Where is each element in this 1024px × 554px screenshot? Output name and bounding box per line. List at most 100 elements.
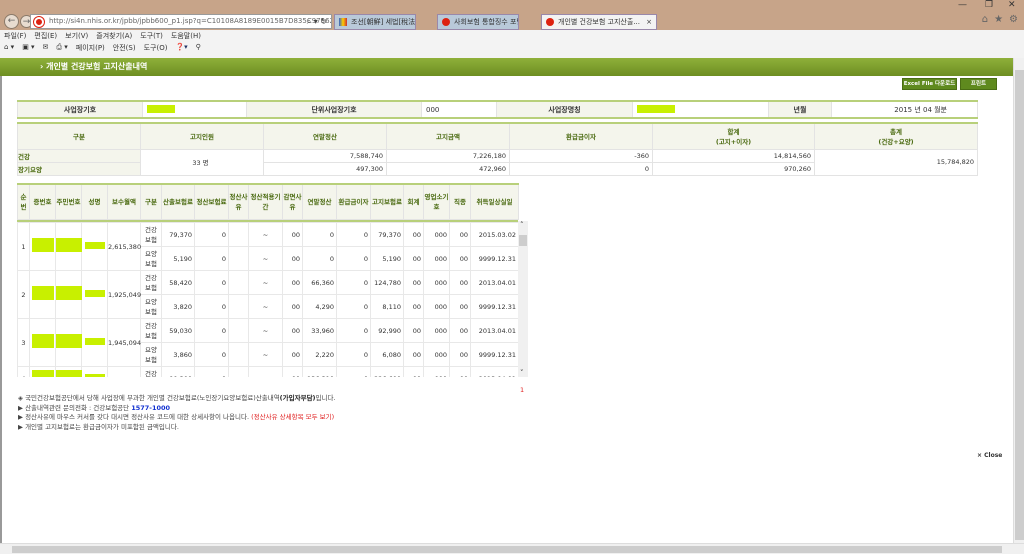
restore-button[interactable]: ❐ bbox=[985, 0, 993, 10]
help-icon[interactable]: ❓▾ bbox=[175, 43, 187, 53]
adjust-reason bbox=[228, 270, 249, 295]
scroll-thumb[interactable] bbox=[519, 235, 527, 246]
refund-interest: 0 bbox=[336, 342, 371, 367]
page-horizontal-scrollbar[interactable] bbox=[0, 543, 1024, 554]
adjust-reason bbox=[228, 294, 249, 319]
note-text: 입니다. bbox=[315, 394, 336, 402]
tab-2[interactable]: 사회보험 통합징수 포털 bbox=[437, 14, 519, 30]
menu-tools[interactable]: 도구(T) bbox=[140, 31, 163, 41]
summary-header: 연말정산 bbox=[263, 122, 387, 150]
page-title: › 개인별 건강보험 고지산출내역 bbox=[0, 58, 1013, 76]
sum-value: 970,260 bbox=[652, 161, 815, 176]
menu-edit[interactable]: 편집(E) bbox=[34, 31, 57, 41]
scroll-thumb[interactable] bbox=[1015, 70, 1024, 540]
scroll-down-icon[interactable]: ˅ bbox=[520, 369, 524, 377]
page-number[interactable]: 1 bbox=[520, 386, 524, 394]
monthly-wage: 1,925,049 bbox=[107, 270, 141, 319]
job-type: 00 bbox=[449, 318, 471, 343]
detail-header-table: 순번 증번호 주민번호 성명 보수월액 구분 산출보험료 정산보험료 정산사유 정산적용기간 감면사… bbox=[17, 183, 519, 220]
settings-icon[interactable]: ⚙ bbox=[1009, 14, 1018, 25]
detail-header: 성명 bbox=[81, 183, 108, 220]
resident-number bbox=[55, 222, 82, 271]
adjust-premium: 0 bbox=[194, 318, 229, 343]
detail-header: 취득일상실일 bbox=[470, 183, 519, 220]
detail-header: 직종 bbox=[449, 183, 471, 220]
menu-help[interactable]: 도움말(H) bbox=[171, 31, 201, 41]
tab-3-active[interactable]: 개인별 건강보험 고지산출... × bbox=[541, 14, 657, 30]
biz-name-label: 사업장명칭 bbox=[496, 100, 633, 119]
yearend: 136,310 bbox=[302, 366, 337, 377]
back-button[interactable]: ← bbox=[4, 14, 19, 29]
office-code: 000 bbox=[423, 342, 450, 367]
calc-premium: 79,370 bbox=[161, 222, 195, 247]
reduction-reason: 00 bbox=[282, 342, 303, 367]
search-refresh-icon[interactable]: ⌕ ▾ ↻ bbox=[307, 15, 327, 28]
biz-no-label: 사업장기호 bbox=[17, 100, 143, 119]
refund-interest: 0 bbox=[336, 222, 371, 247]
reduction-reason: 00 bbox=[282, 246, 303, 271]
scroll-up-icon[interactable]: ˄ bbox=[520, 221, 524, 229]
table-row: 1 2,615,380 건강보험 79,370 0 ~00 0 0 79,370 00 000 00 2… bbox=[17, 222, 518, 271]
job-type: 00 bbox=[449, 294, 471, 319]
menu-view[interactable]: 보기(V) bbox=[65, 31, 88, 41]
notice-premium: 226,600 bbox=[370, 366, 404, 377]
job-type: 00 bbox=[449, 366, 471, 377]
note-4: ▶ 개인별 고지보험료는 환급금이자가 미포함된 금액입니다. bbox=[18, 422, 179, 431]
print-icon[interactable]: ⎙ ▾ bbox=[56, 43, 67, 53]
yearend: 4,290 bbox=[302, 294, 337, 319]
yearend: 0 bbox=[302, 222, 337, 247]
close-button[interactable]: × Close bbox=[977, 452, 1002, 459]
resident-number bbox=[55, 318, 82, 367]
page-vertical-scrollbar[interactable] bbox=[1013, 58, 1024, 543]
mail-icon[interactable]: ✉ bbox=[43, 43, 49, 53]
close-tab-icon[interactable]: × bbox=[646, 15, 652, 29]
date: 9999.12.31 bbox=[470, 342, 518, 367]
detail-scrollbar[interactable]: ˄ ˅ bbox=[518, 221, 528, 377]
month-label: 년월 bbox=[768, 100, 832, 119]
tools-menu[interactable]: 도구(O) bbox=[144, 43, 168, 53]
detail-header: 주민번호 bbox=[55, 183, 82, 220]
detail-header: 순번 bbox=[17, 183, 30, 220]
adjust-period: ~ bbox=[248, 342, 283, 367]
adjust-period: ~ bbox=[248, 366, 283, 377]
home-icon[interactable]: ⌂ bbox=[982, 14, 988, 25]
home-icon[interactable]: ⌂ ▾ bbox=[4, 43, 14, 53]
redacted-mask bbox=[56, 370, 82, 377]
detail-scroll-pane[interactable]: 1 2,615,380 건강보험 79,370 0 ~00 0 0 79,370 00 000 00 2… bbox=[17, 220, 518, 377]
feeds-icon[interactable]: ▣ ▾ bbox=[22, 43, 34, 53]
office-code: 000 bbox=[423, 270, 450, 295]
office-code: 000 bbox=[423, 246, 450, 271]
calc-premium: 5,190 bbox=[161, 246, 195, 271]
adjust-period: ~ bbox=[248, 318, 283, 343]
page-menu[interactable]: 페이지(P) bbox=[76, 43, 105, 53]
interest-value: -360 bbox=[509, 148, 653, 163]
account: 00 bbox=[403, 246, 424, 271]
menu-favorites[interactable]: 즐겨찾기(A) bbox=[96, 31, 132, 41]
command-bar: ⌂ ▾ ▣ ▾ ✉ ⎙ ▾ 페이지(P) 안전(S) 도구(O) ❓▾ ⚲ bbox=[4, 43, 201, 53]
date: 2013.04.01 bbox=[470, 366, 518, 377]
summary-header: 구분 bbox=[17, 122, 141, 150]
row-number: 2 bbox=[17, 270, 30, 319]
scroll-thumb[interactable] bbox=[12, 546, 1002, 553]
menu-file[interactable]: 파일(F) bbox=[4, 31, 26, 41]
redacted-mask bbox=[56, 286, 82, 300]
excel-download-button[interactable]: Excel File 다운로드 bbox=[902, 78, 957, 90]
close-window-button[interactable]: ✕ bbox=[1008, 0, 1016, 10]
print-button[interactable]: 프린트 bbox=[960, 78, 997, 90]
safety-menu[interactable]: 안전(S) bbox=[113, 43, 136, 53]
detail-header: 회계 bbox=[403, 183, 424, 220]
date: 9999.12.31 bbox=[470, 294, 518, 319]
research-icon[interactable]: ⚲ bbox=[196, 43, 201, 53]
tab-1[interactable]: 조선[朝鮮] 세법[稅法]의 실무... bbox=[334, 14, 416, 30]
table-row: 2 1,925,049 건강보험 58,420 0 ~00 66,360 0 124,780 00… bbox=[17, 270, 518, 319]
show-all-reasons-link[interactable]: (정산사유 상세항목 모두 보기) bbox=[251, 413, 334, 421]
calc-premium: 3,820 bbox=[161, 294, 195, 319]
minimize-button[interactable]: — bbox=[958, 0, 967, 10]
row-type: 건강 bbox=[17, 148, 141, 163]
detail-header: 영업소기호 bbox=[423, 183, 450, 220]
address-bar[interactable]: http://si4n.nhis.or.kr/jpbb/jpbb600_p1.j… bbox=[30, 14, 332, 29]
yearend: 66,360 bbox=[302, 270, 337, 295]
favorites-icon[interactable]: ★ bbox=[994, 14, 1003, 25]
redacted-mask bbox=[31, 370, 54, 377]
adjust-period: ~ bbox=[248, 246, 283, 271]
